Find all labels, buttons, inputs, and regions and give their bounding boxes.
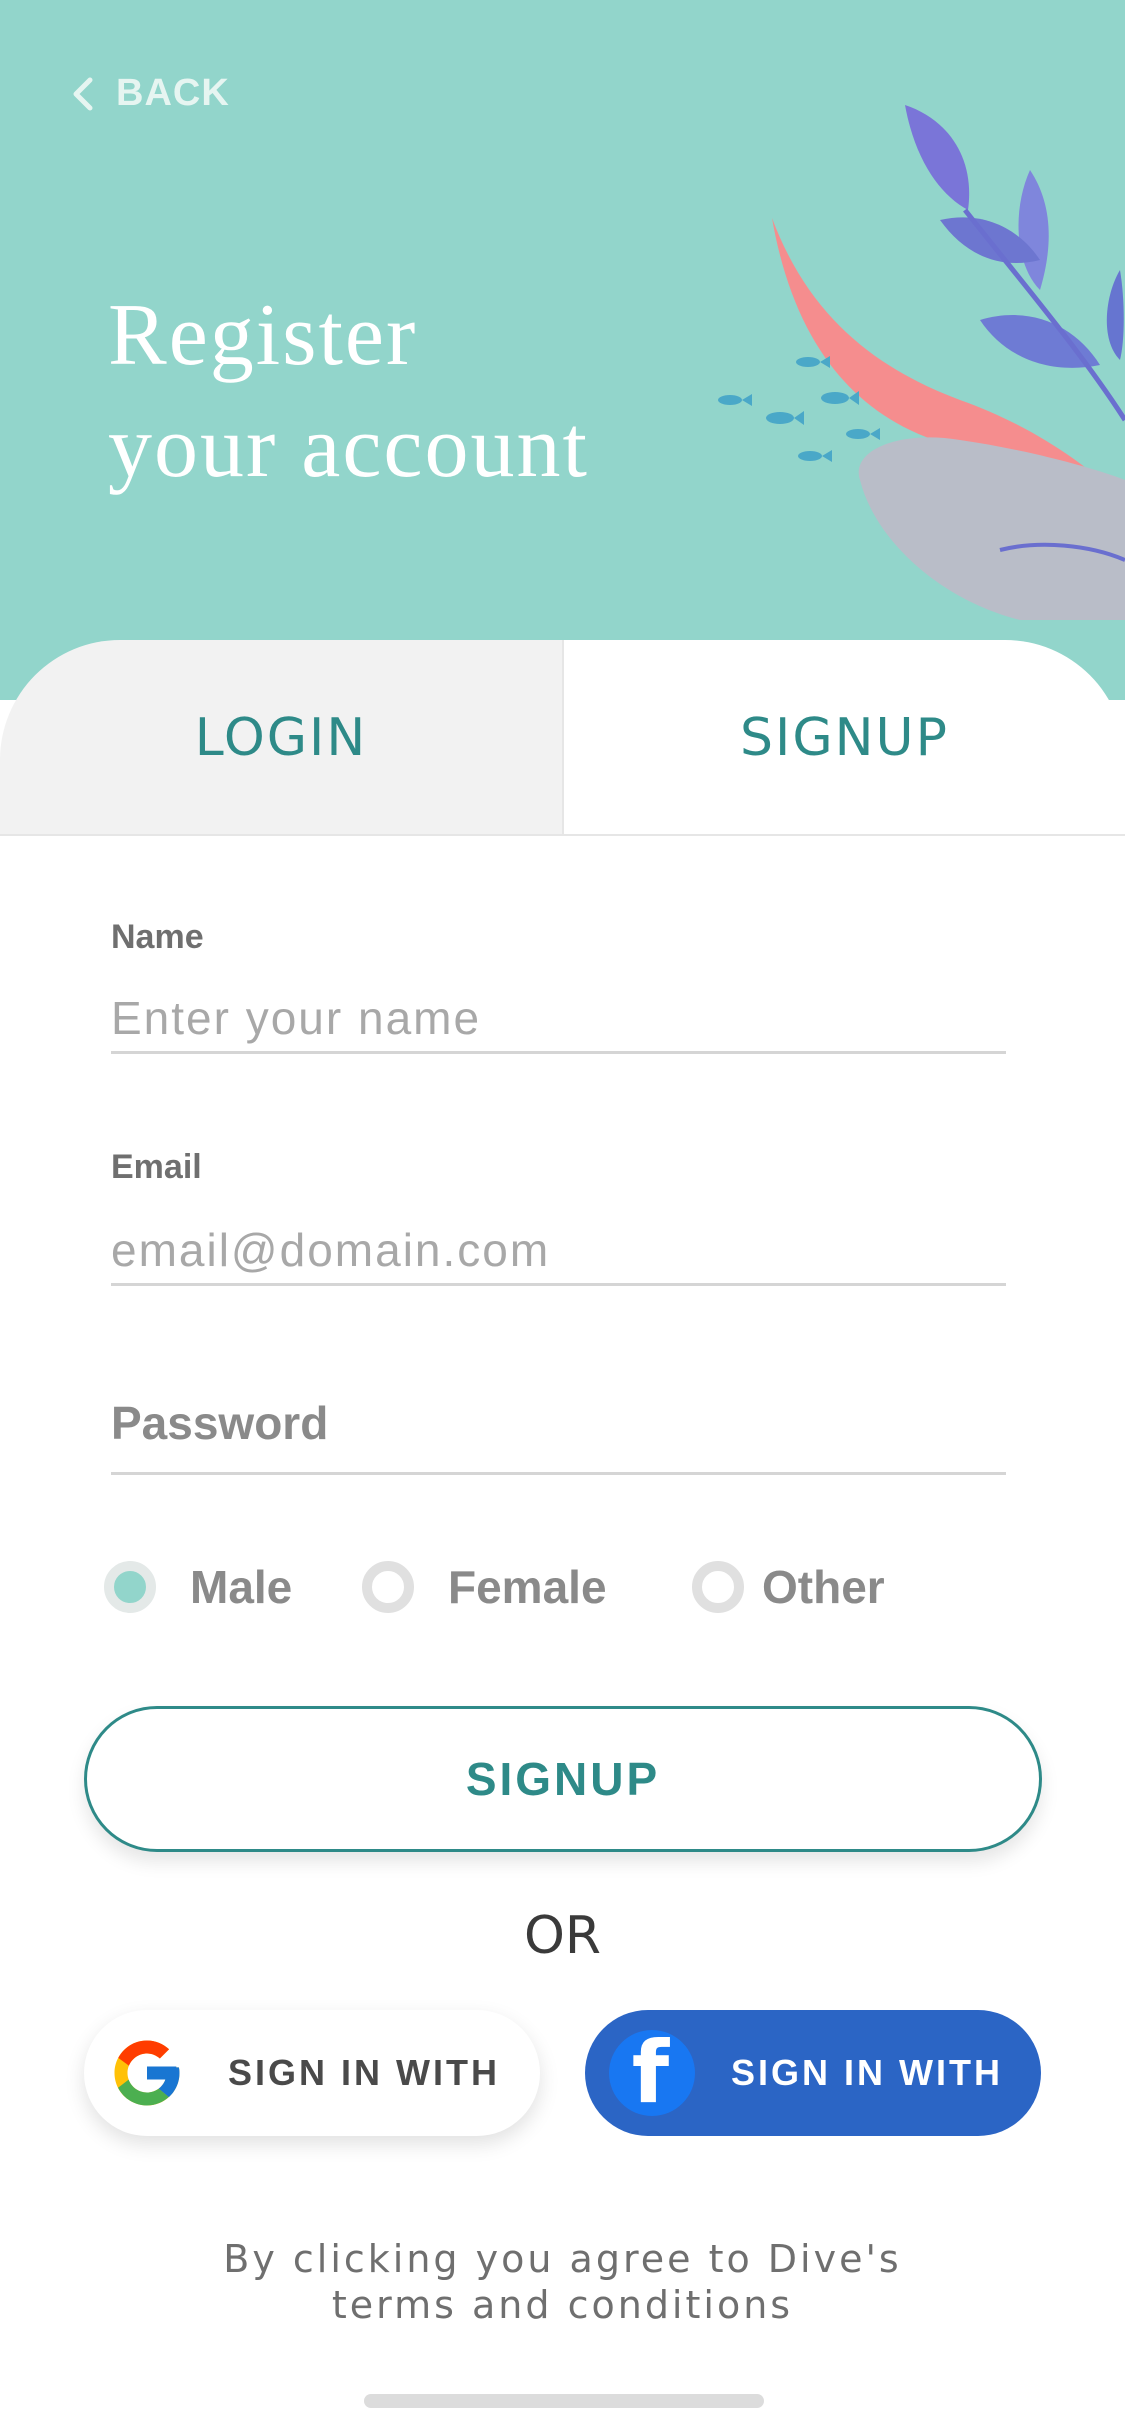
tab-signup[interactable]: SIGNUP xyxy=(562,640,1125,836)
password-field[interactable]: Password xyxy=(111,1396,328,1450)
auth-tabs: LOGIN SIGNUP xyxy=(0,640,1125,836)
radio-female-label: Female xyxy=(448,1561,607,1613)
terms-line-1: By clicking you agree to Dive's xyxy=(223,2237,902,2281)
title-line-1: Register xyxy=(108,287,418,384)
page-title: Register your account xyxy=(108,280,589,504)
home-indicator xyxy=(364,2394,764,2408)
gender-radio-group: Male Female Other xyxy=(104,1560,1024,1620)
back-label: BACK xyxy=(116,72,230,114)
google-signin-label: SIGN IN WITH xyxy=(228,2052,500,2093)
radio-selected-icon xyxy=(104,1561,156,1613)
radio-other-label: Other xyxy=(762,1561,885,1613)
google-signin-button[interactable]: SIGN IN WITH xyxy=(84,2010,540,2136)
signup-button[interactable]: SIGNUP xyxy=(84,1706,1042,1852)
name-field[interactable] xyxy=(111,984,1006,1054)
google-logo-icon xyxy=(108,2034,186,2112)
email-label: Email xyxy=(111,1148,202,1186)
terms-text: By clicking you agree to Dive's terms an… xyxy=(0,2236,1125,2328)
back-button[interactable]: BACK xyxy=(72,72,230,115)
tab-login[interactable]: LOGIN xyxy=(0,640,562,836)
email-field[interactable] xyxy=(111,1216,1006,1286)
header-banner: BACK Register your account xyxy=(0,0,1125,700)
facebook-signin-label: SIGN IN WITH xyxy=(731,2052,1003,2093)
password-underline xyxy=(111,1472,1006,1475)
tab-divider xyxy=(0,834,1125,836)
chevron-left-icon xyxy=(73,77,93,110)
radio-unselected-icon xyxy=(692,1561,744,1613)
radio-other[interactable]: Other xyxy=(692,1560,885,1614)
terms-link[interactable]: terms and conditions xyxy=(0,2282,1125,2328)
radio-male[interactable]: Male xyxy=(104,1560,292,1614)
title-line-2: your account xyxy=(108,399,589,496)
radio-female[interactable]: Female xyxy=(362,1560,607,1614)
name-label: Name xyxy=(111,918,204,956)
facebook-signin-button[interactable]: f SIGN IN WITH xyxy=(585,2010,1041,2136)
or-divider: OR xyxy=(523,1906,602,1966)
radio-unselected-icon xyxy=(362,1561,414,1613)
seaweed-illustration xyxy=(718,105,1125,620)
facebook-logo-icon: f xyxy=(609,2030,695,2116)
radio-male-label: Male xyxy=(190,1561,293,1613)
